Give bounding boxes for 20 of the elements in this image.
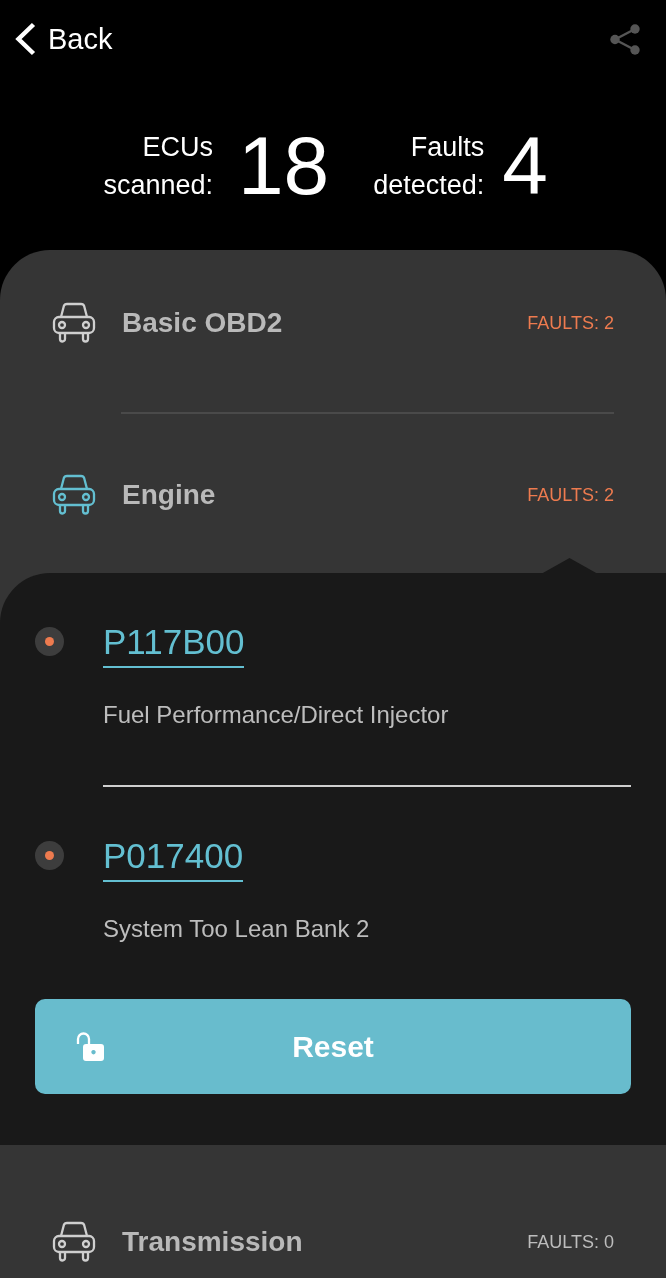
fault-count: FAULTS: 0 — [527, 1231, 614, 1254]
fault-description: System Too Lean Bank 2 — [103, 914, 371, 944]
chevron-left-icon — [15, 22, 36, 56]
fault-count: FAULTS: 2 — [527, 484, 614, 507]
share-icon[interactable] — [610, 23, 640, 55]
fault-code-link[interactable]: P117B00 — [103, 622, 245, 668]
fault-count: FAULTS: 2 — [527, 312, 614, 335]
fault-dot-icon — [35, 627, 64, 656]
fault-description: Fuel Performance/Direct Injector — [103, 700, 450, 730]
fault-dot-icon — [35, 841, 64, 870]
stat-label: ECUs scanned: — [102, 131, 213, 202]
module-title[interactable]: Engine — [122, 472, 502, 518]
module-title[interactable]: Transmission — [122, 1219, 502, 1265]
stat-value: 18 — [238, 125, 330, 207]
back-button[interactable]: Back — [15, 21, 113, 57]
unlocked-padlock-icon — [76, 1032, 104, 1061]
stat-label: Faults detected: — [372, 131, 485, 202]
module-title[interactable]: Basic OBD2 — [122, 300, 502, 346]
fault-code-link[interactable]: P017400 — [103, 836, 244, 882]
stat-value: 4 — [502, 125, 548, 207]
